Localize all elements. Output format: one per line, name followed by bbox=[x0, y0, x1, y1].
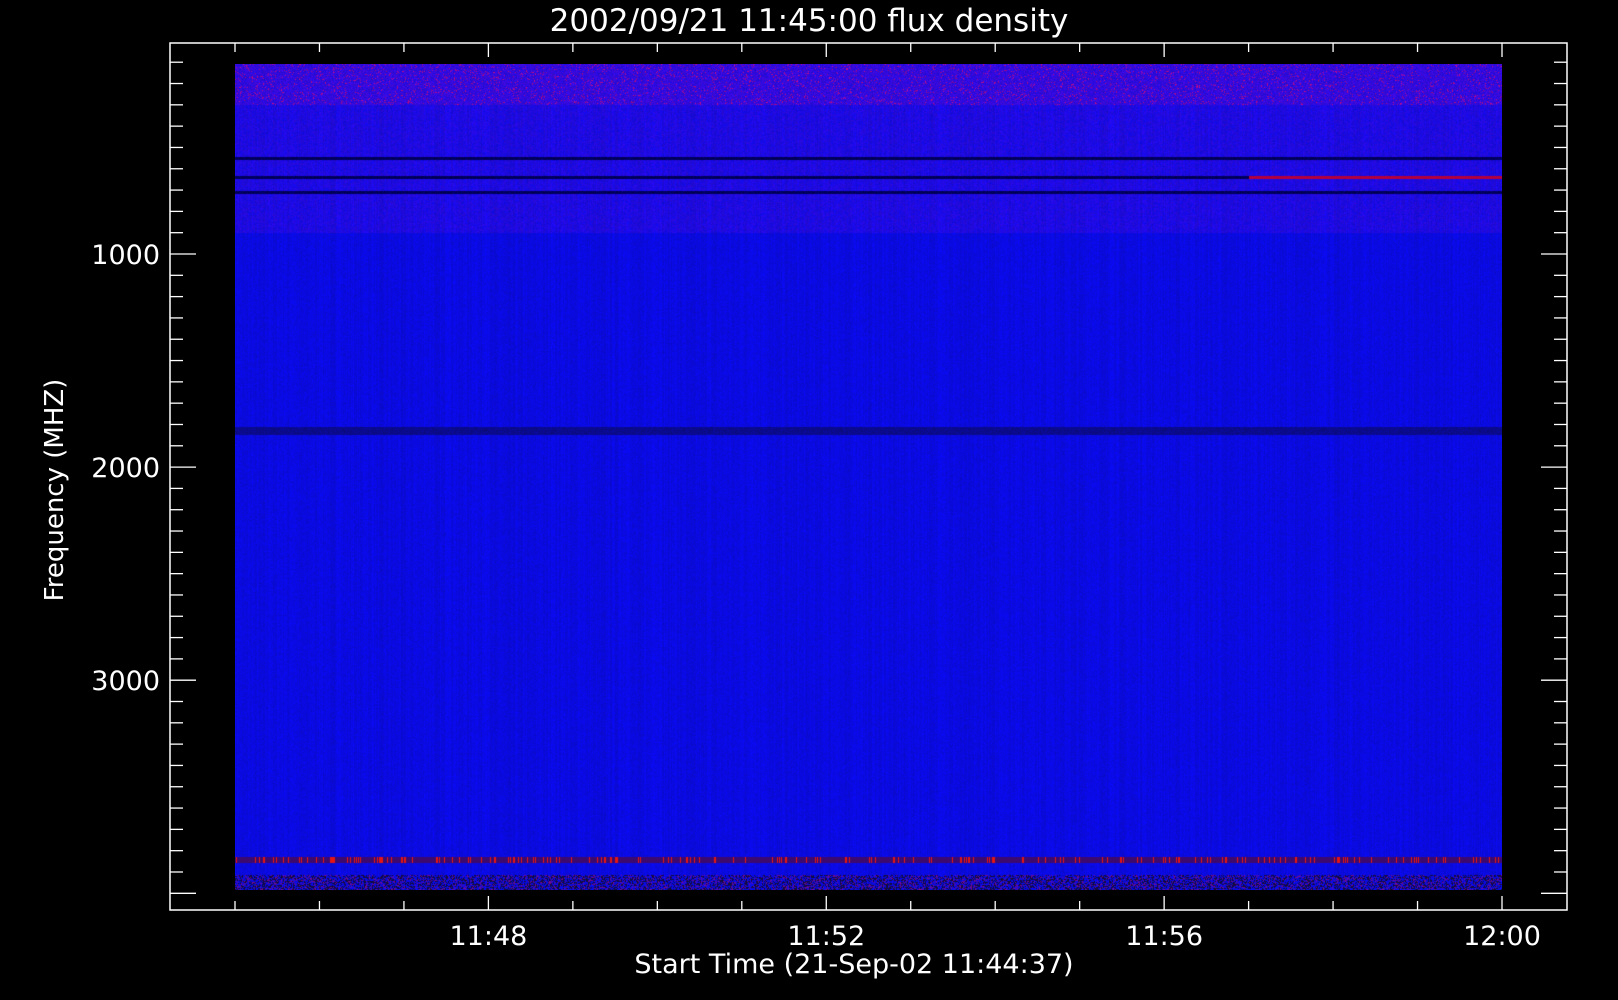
plot-frame bbox=[169, 42, 1568, 911]
y-axis-label: Frequency (MHZ) bbox=[40, 378, 70, 602]
x-axis-label: Start Time (21-Sep-02 11:44:37) bbox=[634, 949, 1074, 980]
y-tick-label: 3000 bbox=[91, 666, 160, 697]
y-tick-label: 2000 bbox=[91, 453, 160, 484]
chart-axes: 11:48 11:52 11:56 12:00100020003000 bbox=[91, 42, 1568, 952]
y-tick-label: 1000 bbox=[91, 240, 160, 271]
